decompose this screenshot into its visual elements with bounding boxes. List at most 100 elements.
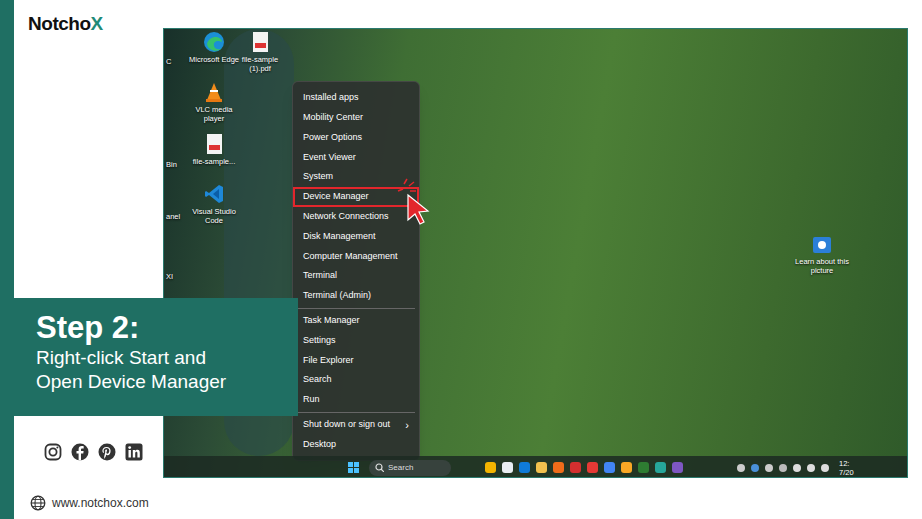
menu-item[interactable]: System [293,167,419,187]
learn-picture[interactable]: Learn about this picture [792,235,852,275]
linkedin-icon[interactable] [125,443,143,461]
desktop-icon-label: Microsoft Edge [189,55,239,64]
step-line: Open Device Manager [36,370,276,394]
taskbar-app-icon[interactable] [553,462,564,473]
desktop-partial-label: C [166,56,171,67]
taskbar-app-icon[interactable] [519,462,530,473]
step-banner: Step 2:Right-click Start andOpen Device … [14,298,298,416]
taskbar-app-icon[interactable] [536,462,547,473]
menu-separator [297,308,415,309]
menu-item-label: System [303,170,333,184]
menu-item-label: Run [303,393,320,407]
app-icon [203,133,225,155]
menu-item-label: Settings [303,334,336,348]
menu-item[interactable]: Disk Management [293,227,419,247]
step-title: Step 2: [36,310,276,346]
social-links [44,443,143,461]
instagram-icon[interactable] [44,443,62,461]
desktop-icon[interactable]: file-sample... [186,133,242,166]
menu-item-label: Installed apps [303,91,359,105]
menu-item-label: Event Viewer [303,151,356,165]
menu-item[interactable]: Network Connections [293,207,419,227]
app-icon [203,81,225,103]
taskbar-app-icon[interactable] [621,462,632,473]
desktop-icon-label: Visual Studio Code [186,207,242,225]
facebook-icon[interactable] [71,443,89,461]
system-tray [737,464,829,472]
taskbar-search[interactable]: Search [369,460,451,476]
taskbar-app-icon[interactable] [485,462,496,473]
taskbar-app-icon[interactable] [570,462,581,473]
menu-item-label: Shut down or sign out [303,418,390,432]
tray-icon[interactable] [807,464,815,472]
tray-icon[interactable] [793,464,801,472]
menu-item-label: Terminal (Admin) [303,289,371,303]
menu-item[interactable]: Search [293,370,419,390]
app-icon [203,31,225,53]
pinterest-icon[interactable] [98,443,116,461]
clock-time: 12: [839,459,854,468]
tray-icon[interactable] [751,464,759,472]
step-line: Right-click Start and [36,346,276,370]
website-link[interactable]: www.notchox.com [30,494,149,512]
tray-icon[interactable] [765,464,773,472]
desktop-icon-label: file-sample... [193,157,236,166]
taskbar-app-icon[interactable] [672,462,683,473]
picture-icon [811,235,833,255]
desktop-icon[interactable]: Visual Studio Code [186,183,242,225]
menu-item[interactable]: File Explorer [293,350,419,370]
menu-separator [297,412,415,413]
menu-item[interactable]: Computer Management [293,246,419,266]
menu-item-label: Computer Management [303,250,398,264]
desktop-partial-label: XI [166,271,173,282]
click-sparkle-icon [396,175,418,195]
taskbar-app-icon[interactable] [587,462,598,473]
search-icon [375,463,384,472]
taskbar-app-icon[interactable] [502,462,513,473]
taskbar-app-icon[interactable] [638,462,649,473]
tray-icon[interactable] [821,464,829,472]
menu-item[interactable]: Shut down or sign out › [293,415,419,435]
taskbar-clock[interactable]: 12:7/20 [839,459,854,477]
menu-item[interactable]: Power Options [293,128,419,148]
menu-item-label: Task Manager [303,314,360,328]
menu-item-label: Mobility Center [303,111,363,125]
menu-item[interactable]: Installed apps [293,88,419,108]
globe-icon [30,495,46,511]
menu-item[interactable]: Terminal (Admin) [293,286,419,306]
desktop-icon-label: VLC media player [186,105,242,123]
desktop-icon[interactable]: file-sample (1).pdf [232,31,288,73]
menu-item-label: Device Manager [303,190,369,204]
menu-item-label: Disk Management [303,230,376,244]
menu-item[interactable]: Task Manager [293,311,419,331]
menu-item[interactable]: Mobility Center [293,108,419,128]
learn-label: Learn about this picture [792,257,852,275]
menu-item[interactable]: Terminal [293,266,419,286]
menu-item-label: Terminal [303,269,337,283]
menu-item-label: File Explorer [303,354,354,368]
logo-text: Notcho [28,10,91,39]
desktop-icon[interactable]: VLC media player [186,81,242,123]
menu-item-label: Desktop [303,438,336,452]
context-menu: Installed apps Mobility Center Power Optio… [292,81,420,461]
taskbar-app-icon[interactable] [604,462,615,473]
clock-date: 7/20 [839,468,854,477]
tray-icon[interactable] [737,464,745,472]
tray-icon[interactable] [779,464,787,472]
menu-item-label: Search [303,373,332,387]
submenu-arrow: › [405,420,409,430]
app-icon [249,31,271,53]
taskbar-app-icon[interactable] [655,462,666,473]
app-icon [203,183,225,205]
menu-item-label: Network Connections [303,210,389,224]
start-icon[interactable] [348,462,359,473]
menu-item[interactable]: Event Viewer [293,147,419,167]
desktop-icon[interactable]: Microsoft Edge [186,31,242,64]
desktop-partial-label: anel [166,211,180,222]
menu-item[interactable]: Settings [293,331,419,351]
desktop-partial-label: Bin [166,159,177,170]
menu-item[interactable]: Desktop [293,435,419,455]
menu-item[interactable]: Run [293,390,419,410]
taskbar-search-text: Search [388,462,413,474]
brand-logo[interactable]: NotchoX [28,10,103,39]
